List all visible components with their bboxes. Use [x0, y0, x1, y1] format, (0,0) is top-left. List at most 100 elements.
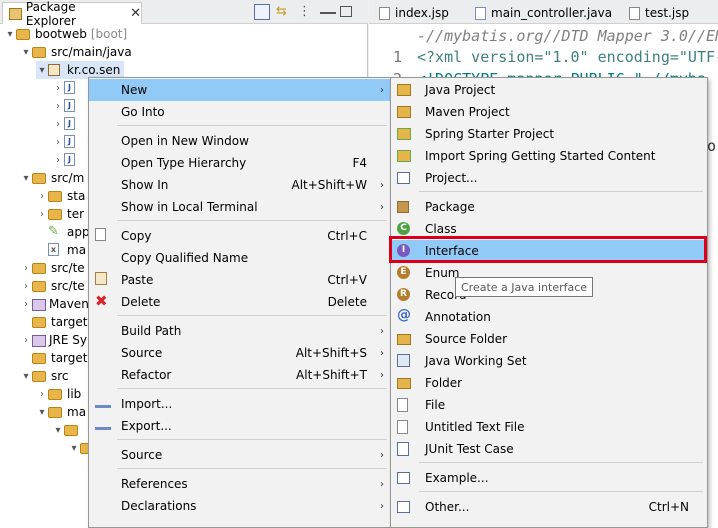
collapse-arrow-icon[interactable]: ▾: [68, 443, 80, 454]
tree-item[interactable]: target: [20, 313, 88, 331]
menu-item-declarations[interactable]: Declarations ›: [89, 495, 391, 517]
tree-label: lib: [67, 387, 82, 401]
tree-item[interactable]: › J: [52, 97, 83, 115]
submenu-item-file[interactable]: File: [391, 394, 707, 416]
working-set-icon: [397, 354, 410, 367]
tree-item[interactable]: ▾ src/main/java: [20, 43, 131, 61]
menu-item-refactor[interactable]: Refactor Alt+Shift+T ›: [89, 364, 391, 386]
menu-label: Copy: [121, 229, 152, 243]
view-menu-icon[interactable]: ⋮: [298, 4, 314, 20]
maximize-icon[interactable]: [340, 6, 352, 17]
tree-item[interactable]: › J: [52, 115, 83, 133]
expand-arrow-icon[interactable]: ›: [20, 299, 32, 310]
expand-arrow-icon[interactable]: ›: [36, 389, 48, 400]
submenu-item-annotation[interactable]: @ Annotation: [391, 306, 707, 328]
collapse-all-icon[interactable]: [254, 4, 270, 20]
submenu-item-other[interactable]: Other... Ctrl+N: [391, 496, 707, 518]
tree-item[interactable]: › J: [52, 79, 83, 97]
expand-arrow-icon[interactable]: ›: [20, 335, 32, 346]
package-explorer-tab[interactable]: Package Explorer ✕: [2, 0, 142, 28]
tree-item[interactable]: x ma: [36, 241, 86, 259]
tree-item[interactable]: › sta: [36, 187, 85, 205]
menu-item-paste[interactable]: Paste Ctrl+V: [89, 269, 391, 291]
menu-item-open-type-hierarchy[interactable]: Open Type Hierarchy F4: [89, 152, 391, 174]
expand-arrow-icon[interactable]: ›: [36, 209, 48, 220]
editor-tab[interactable]: test.jsp: [623, 2, 695, 24]
menu-accelerator: Alt+Shift+S: [295, 346, 367, 360]
close-icon[interactable]: ✕: [130, 6, 141, 21]
tree-item[interactable]: ▾ src: [20, 367, 68, 385]
collapse-arrow-icon[interactable]: ▾: [20, 371, 32, 382]
menu-item-source[interactable]: Source Alt+Shift+S ›: [89, 342, 391, 364]
tree-item-project[interactable]: ▾ bootweb [boot]: [4, 25, 127, 43]
enum-icon: E: [397, 266, 410, 279]
expand-arrow-icon[interactable]: ›: [36, 191, 48, 202]
menu-item-show-in[interactable]: Show In Alt+Shift+W ›: [89, 174, 391, 196]
menu-item-import[interactable]: Import...: [89, 393, 391, 415]
submenu-item-spring-starter[interactable]: Spring Starter Project: [391, 123, 707, 145]
menu-item-go-into[interactable]: Go Into: [89, 101, 391, 123]
link-with-editor-icon[interactable]: ⇆: [276, 4, 292, 20]
minimize-icon[interactable]: [320, 4, 336, 14]
expand-arrow-icon[interactable]: ›: [20, 281, 32, 292]
submenu-item-example[interactable]: Example...: [391, 467, 707, 489]
submenu-item-junit-test-case[interactable]: JUnit Test Case: [391, 438, 707, 460]
menu-label: New: [121, 83, 148, 97]
tree-item[interactable]: › src/te: [20, 259, 85, 277]
tree-item[interactable]: ▾ src/m: [20, 169, 84, 187]
tree-item[interactable]: ▾: [52, 421, 83, 439]
java-project-icon: [397, 84, 411, 96]
editor-tab[interactable]: index.jsp: [373, 2, 455, 24]
expand-arrow-icon[interactable]: ›: [52, 101, 64, 112]
tree-item[interactable]: › JRE Sy: [20, 331, 87, 349]
submenu-item-project[interactable]: Project...: [391, 167, 707, 189]
expand-arrow-icon[interactable]: ›: [52, 83, 64, 94]
collapse-arrow-icon[interactable]: ▾: [20, 173, 32, 184]
submenu-item-untitled-text-file[interactable]: Untitled Text File: [391, 416, 707, 438]
tree-item[interactable]: target: [20, 349, 88, 367]
menu-item-source-2[interactable]: Source ›: [89, 444, 391, 466]
tree-item[interactable]: › J: [52, 133, 83, 151]
submenu-item-maven-project[interactable]: Maven Project: [391, 101, 707, 123]
menu-item-references[interactable]: References ›: [89, 473, 391, 495]
tree-item[interactable]: › Maven: [20, 295, 89, 313]
expand-arrow-icon[interactable]: ›: [52, 137, 64, 148]
tree-item[interactable]: ▾ ma: [36, 403, 86, 421]
submenu-item-spring-import[interactable]: Import Spring Getting Started Content: [391, 145, 707, 167]
editor-tab[interactable]: main_controller.java: [469, 2, 618, 24]
menu-label: Refactor: [121, 368, 172, 382]
menu-item-copy-qualified-name[interactable]: Copy Qualified Name: [89, 247, 391, 269]
submenu-item-class[interactable]: C Class: [391, 218, 707, 240]
tree-item[interactable]: ✎ app: [36, 223, 90, 241]
tree-item[interactable]: › J: [52, 151, 83, 169]
menu-item-open-new-window[interactable]: Open in New Window: [89, 130, 391, 152]
tree-label: sta: [67, 189, 86, 203]
submenu-item-folder[interactable]: Folder: [391, 372, 707, 394]
menu-item-export[interactable]: Export...: [89, 415, 391, 437]
collapse-arrow-icon[interactable]: ▾: [4, 29, 16, 40]
submenu-item-package[interactable]: Package: [391, 196, 707, 218]
tree-item[interactable]: › lib: [36, 385, 81, 403]
context-menu: New › Go Into Open in New Window Open Ty…: [88, 77, 392, 528]
menu-item-copy[interactable]: Copy Ctrl+C: [89, 225, 391, 247]
code-line: <?xml version="1.0" encoding="UTF-8"?>: [417, 48, 718, 66]
tree-item[interactable]: › ter: [36, 205, 84, 223]
submenu-item-source-folder[interactable]: Source Folder: [391, 328, 707, 350]
menu-item-new[interactable]: New ›: [89, 79, 391, 101]
menu-item-show-local-terminal[interactable]: Show in Local Terminal ›: [89, 196, 391, 218]
submenu-item-java-project[interactable]: Java Project: [391, 79, 707, 101]
expand-arrow-icon[interactable]: ›: [20, 263, 32, 274]
submenu-item-working-set[interactable]: Java Working Set: [391, 350, 707, 372]
expand-arrow-icon[interactable]: ›: [52, 119, 64, 130]
menu-label: Build Path: [121, 324, 182, 338]
expand-arrow-icon[interactable]: ›: [52, 155, 64, 166]
menu-item-build-path[interactable]: Build Path ›: [89, 320, 391, 342]
other-icon: [397, 501, 410, 513]
collapse-arrow-icon[interactable]: ▾: [20, 47, 32, 58]
collapse-arrow-icon[interactable]: ▾: [36, 65, 48, 76]
collapse-arrow-icon[interactable]: ▾: [36, 407, 48, 418]
menu-item-delete[interactable]: ✖ Delete Delete: [89, 291, 391, 313]
collapse-arrow-icon[interactable]: ▾: [52, 425, 64, 436]
submenu-item-interface[interactable]: I Interface: [391, 240, 707, 262]
tree-item[interactable]: › src/te: [20, 277, 85, 295]
